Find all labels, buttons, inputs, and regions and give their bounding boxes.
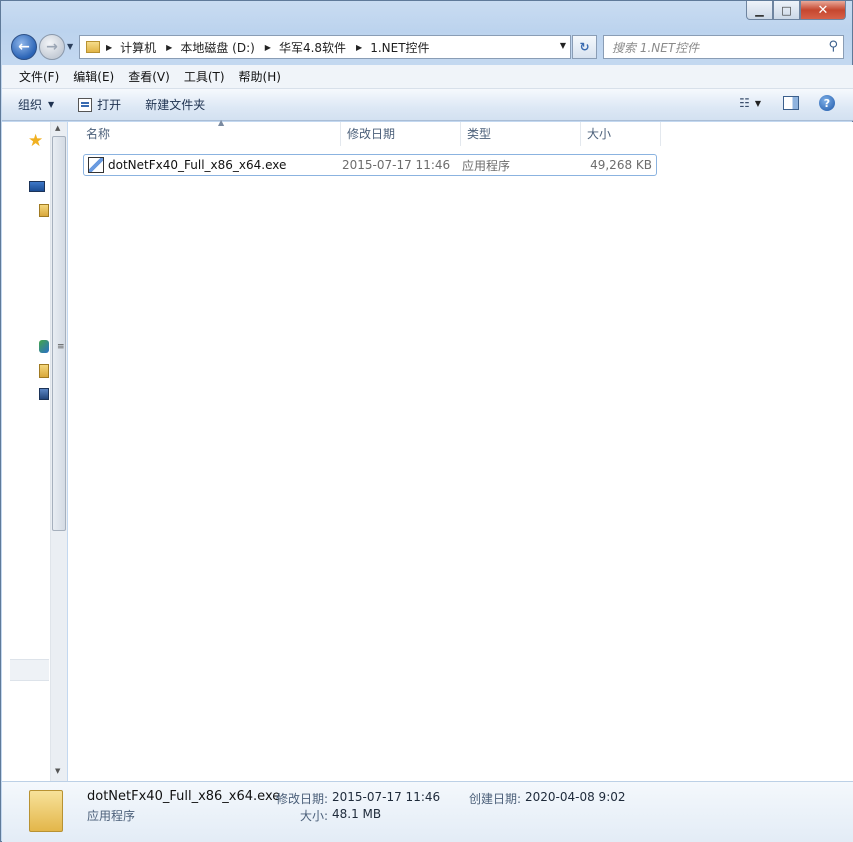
details-filename: dotNetFx40_Full_x86_x64.exe <box>87 789 281 804</box>
help-icon[interactable]: ? <box>819 95 835 111</box>
sort-ascending-icon: ▲ <box>218 118 225 127</box>
caption-buttons: ▁ □ ✕ <box>746 1 846 21</box>
menu-view[interactable]: 查看(V) <box>121 66 177 87</box>
details-pane: dotNetFx40_Full_x86_x64.exe 应用程序 修改日期: 2… <box>2 781 853 842</box>
back-button[interactable]: ← <box>11 34 37 60</box>
preview-pane-icon[interactable] <box>783 96 799 110</box>
arrow-left-icon: ← <box>18 39 30 55</box>
column-name[interactable]: 名称 <box>80 122 341 146</box>
new-folder-button[interactable]: 新建文件夹 <box>145 96 205 113</box>
column-modified[interactable]: 修改日期 <box>341 122 461 146</box>
search-input[interactable]: 搜索 1.NET控件 ⚲ <box>603 35 844 59</box>
maximize-button[interactable]: □ <box>773 1 800 20</box>
breadcrumb-label: 1.NET控件 <box>370 40 430 55</box>
file-row[interactable]: dotNetFx40_Full_x86_x64.exe 2015-07-17 1… <box>83 154 657 176</box>
folder-icon <box>86 41 100 53</box>
breadcrumb-local-disk[interactable]: 本地磁盘 (D:) <box>180 39 254 56</box>
executable-icon <box>88 157 104 173</box>
file-list: ▲ 名称 修改日期 类型 大小 dotNetFx40_Full_x86_x64.… <box>68 118 853 781</box>
homegroup-icon[interactable] <box>39 340 49 353</box>
scrollbar-thumb[interactable]: ≡ <box>52 136 66 531</box>
menu-tools[interactable]: 工具(T) <box>177 66 232 87</box>
command-bar: 组织 ▼ 打开 新建文件夹 ☷ ▼ ? <box>2 89 853 121</box>
toolbar-right-group: ☷ ▼ ? <box>739 95 835 111</box>
libraries-icon[interactable] <box>39 204 49 217</box>
close-button[interactable]: ✕ <box>800 1 846 20</box>
organize-label: 组织 <box>18 98 43 112</box>
file-name: dotNetFx40_Full_x86_x64.exe <box>108 158 287 172</box>
explorer-window: ▁ □ ✕ ← → ▼ ▶ 计算机 ▶ 本地磁盘 (D:) ▶ 华军4.8软件 … <box>0 0 853 842</box>
computer-folder-icon[interactable] <box>39 364 49 378</box>
grip-icon: ≡ <box>57 342 65 352</box>
breadcrumb-label: 华军4.8软件 <box>278 40 347 55</box>
chevron-right-icon[interactable]: ▶ <box>265 43 271 52</box>
breadcrumb-label: 本地磁盘 (D:) <box>180 40 255 55</box>
refresh-button[interactable]: ↻ <box>572 35 597 59</box>
details-modified-label: 修改日期: <box>276 792 329 806</box>
chevron-right-icon[interactable]: ▶ <box>106 43 112 52</box>
chevron-down-icon: ▼ <box>48 100 55 109</box>
details-created-label: 创建日期: <box>469 792 522 806</box>
menu-help[interactable]: 帮助(H) <box>232 66 288 87</box>
desktop-icon[interactable] <box>29 181 45 192</box>
navigation-row: ← → ▼ ▶ 计算机 ▶ 本地磁盘 (D:) ▶ 华军4.8软件 ▶ 1.NE… <box>1 31 853 63</box>
view-options-icon[interactable]: ☷ <box>739 96 750 110</box>
column-headers: ▲ 名称 修改日期 类型 大小 <box>80 118 661 146</box>
chevron-right-icon[interactable]: ▶ <box>166 43 172 52</box>
menu-file[interactable]: 文件(F) <box>12 66 66 87</box>
column-type[interactable]: 类型 <box>461 122 581 146</box>
navigation-pane: ★ ▲ ≡ ▼ <box>2 122 67 781</box>
scroll-down-icon[interactable]: ▼ <box>55 767 60 775</box>
nav-pane-scrollbar[interactable]: ▲ ≡ ▼ <box>50 122 67 781</box>
column-size[interactable]: 大小 <box>581 122 661 146</box>
address-dropdown-icon[interactable]: ▼ <box>560 41 566 50</box>
forward-button[interactable]: → <box>39 34 65 60</box>
open-label: 打开 <box>97 98 122 112</box>
scroll-up-icon[interactable]: ▲ <box>55 124 60 132</box>
details-filetype: 应用程序 <box>87 809 136 823</box>
details-size-label: 大小: <box>300 809 329 823</box>
file-thumbnail-icon <box>29 790 63 832</box>
menu-edit[interactable]: 编辑(E) <box>66 66 121 87</box>
network-icon[interactable] <box>39 388 49 400</box>
file-type: 应用程序 <box>462 158 511 173</box>
chevron-right-icon[interactable]: ▶ <box>356 43 362 52</box>
search-icon[interactable]: ⚲ <box>828 39 838 54</box>
arrow-right-icon: → <box>46 39 58 55</box>
favorites-star-icon[interactable]: ★ <box>28 131 43 151</box>
view-dropdown-icon[interactable]: ▼ <box>755 99 761 108</box>
minimize-button[interactable]: ▁ <box>746 1 773 20</box>
refresh-icon: ↻ <box>579 40 590 54</box>
new-folder-label: 新建文件夹 <box>145 98 206 112</box>
recent-pages-dropdown[interactable]: ▼ <box>67 42 73 51</box>
breadcrumb-computer[interactable]: 计算机 <box>120 39 156 56</box>
breadcrumb-huajun-folder[interactable]: 华军4.8软件 <box>279 39 346 56</box>
file-modified: 2015-07-17 11:46 <box>342 158 451 172</box>
address-bar[interactable]: ▶ 计算机 ▶ 本地磁盘 (D:) ▶ 华军4.8软件 ▶ 1.NET控件 ▼ <box>79 35 571 59</box>
breadcrumb-net-folder[interactable]: 1.NET控件 <box>370 39 429 56</box>
details-created-value: 2020-04-08 9:02 <box>525 790 626 804</box>
details-modified-value: 2015-07-17 11:46 <box>332 790 441 804</box>
menu-bar: 文件(F) 编辑(E) 查看(V) 工具(T) 帮助(H) <box>2 65 853 89</box>
open-icon <box>78 97 93 112</box>
organize-button[interactable]: 组织 ▼ <box>18 96 54 113</box>
search-placeholder: 搜索 1.NET控件 <box>612 40 700 55</box>
nav-pane-divider <box>10 659 49 681</box>
file-size: 49,268 KB <box>590 158 652 172</box>
details-size-value: 48.1 MB <box>332 807 382 821</box>
breadcrumb-label: 计算机 <box>120 40 157 55</box>
open-button[interactable]: 打开 <box>78 96 121 113</box>
